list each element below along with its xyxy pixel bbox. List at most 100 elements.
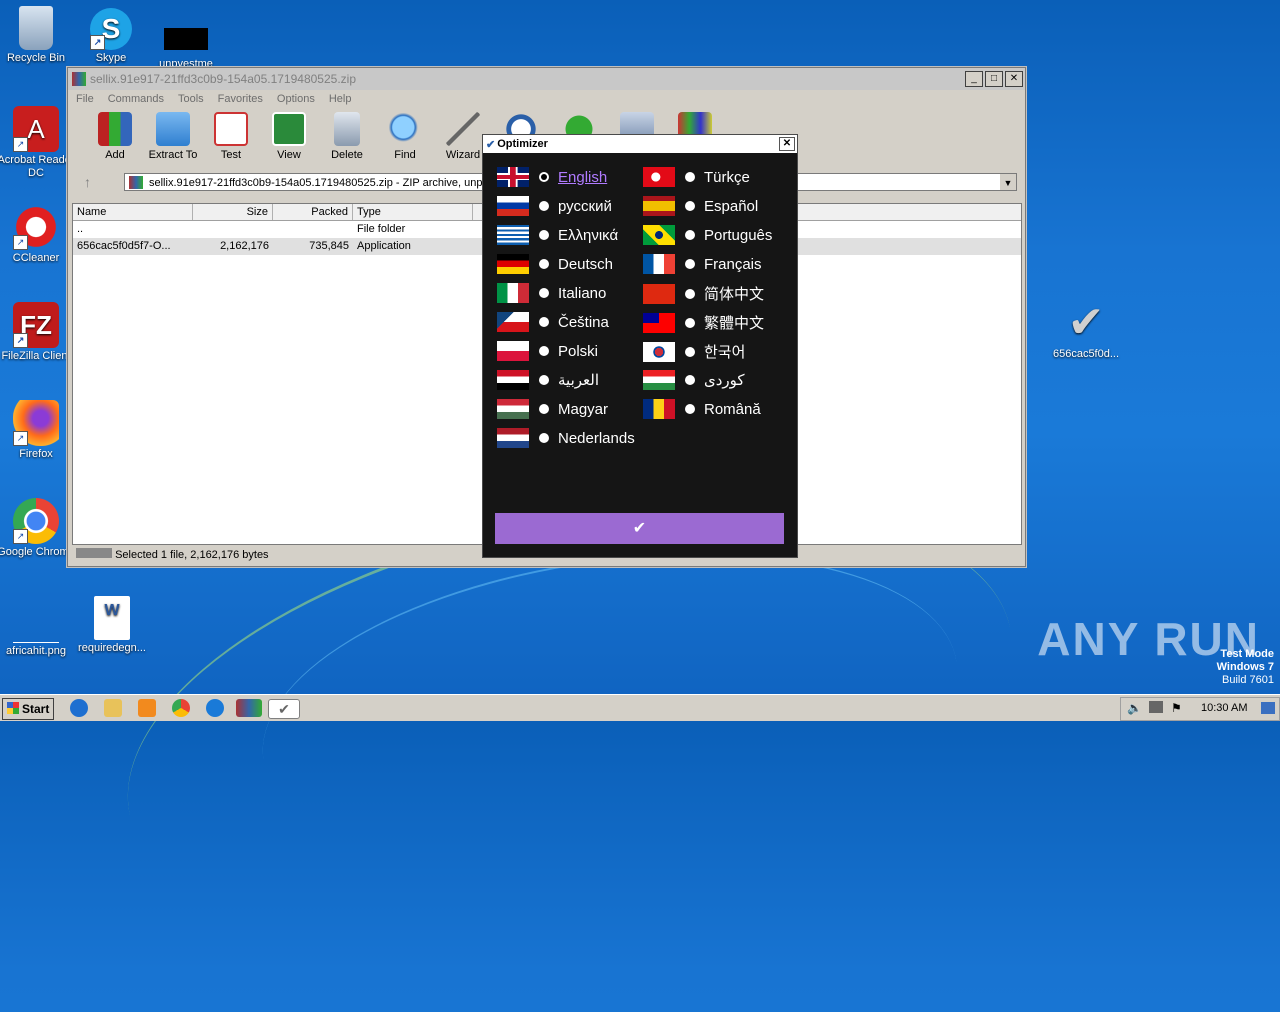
language-option[interactable]: كوردى <box>643 370 745 390</box>
language-radio[interactable] <box>539 201 549 211</box>
language-radio[interactable] <box>539 404 549 414</box>
menu-favorites[interactable]: Favorites <box>218 93 263 105</box>
view-label: View <box>277 149 301 161</box>
language-option[interactable]: русский <box>497 196 612 216</box>
column-name[interactable]: Name <box>73 204 193 220</box>
language-radio[interactable] <box>685 288 695 299</box>
acrobat-shortcut[interactable]: A ↗ Acrobat Reader DC <box>0 106 76 180</box>
path-text: sellix.91e917-21ffd3c0b9-154a05.17194805… <box>149 177 489 189</box>
language-radio[interactable] <box>539 230 549 240</box>
language-radio[interactable] <box>685 259 695 269</box>
checkmark-icon[interactable]: ✔ <box>268 699 300 719</box>
language-label: English <box>558 168 608 186</box>
chrome-shortcut[interactable]: ↗ Google Chrome <box>0 498 76 559</box>
delete-button[interactable]: Delete <box>318 108 376 170</box>
find-label: Find <box>394 149 416 161</box>
requiredegn-file[interactable]: W requiredegn... <box>72 596 152 655</box>
language-option[interactable]: Română <box>643 399 761 419</box>
ccleaner-label: CCleaner <box>12 252 60 264</box>
language-radio[interactable] <box>539 433 549 443</box>
language-radio[interactable] <box>539 172 549 182</box>
edge-icon[interactable] <box>206 699 224 717</box>
language-label: Polski <box>558 342 599 360</box>
language-option[interactable]: Italiano <box>497 283 606 303</box>
close-button[interactable]: ✕ <box>779 137 795 151</box>
language-radio[interactable] <box>685 172 695 182</box>
winrar-taskbar-icon[interactable] <box>236 699 262 717</box>
language-radio[interactable] <box>539 259 549 269</box>
flag-icon[interactable]: ⚑ <box>1171 701 1182 715</box>
firefox-shortcut[interactable]: ↗ Firefox <box>0 400 76 461</box>
language-option[interactable]: Čeština <box>497 312 609 332</box>
find-button[interactable]: Find <box>376 108 434 170</box>
column-size[interactable]: Size <box>193 204 273 220</box>
start-button[interactable]: Start <box>2 698 54 720</box>
language-radio[interactable] <box>539 288 549 298</box>
clock[interactable]: 10:30 AM <box>1201 702 1247 714</box>
add-label: Add <box>105 149 125 161</box>
language-option[interactable]: العربية <box>497 370 599 390</box>
language-option[interactable]: Français <box>643 254 762 274</box>
language-radio[interactable] <box>685 317 695 328</box>
language-radio[interactable] <box>685 346 695 357</box>
recycle-bin-shortcut[interactable]: Recycle Bin <box>0 6 76 65</box>
language-option[interactable]: English <box>497 167 607 187</box>
language-option[interactable]: Deutsch <box>497 254 613 274</box>
language-radio[interactable] <box>685 201 695 211</box>
magic-wand-icon <box>446 112 480 146</box>
menu-commands[interactable]: Commands <box>108 93 164 105</box>
language-radio[interactable] <box>685 230 695 240</box>
language-radio[interactable] <box>539 317 549 327</box>
language-option[interactable]: Polski <box>497 341 598 361</box>
volume-icon[interactable]: 🔈 <box>1127 701 1142 715</box>
close-button[interactable]: ✕ <box>1005 71 1023 87</box>
language-option[interactable]: Ελληνικά <box>497 225 618 245</box>
chevron-down-icon[interactable]: ▼ <box>1000 174 1016 190</box>
656cac-file[interactable]: ✔ 656cac5f0d... <box>1046 300 1126 361</box>
africahit-file[interactable]: africahit.png <box>0 596 76 658</box>
filezilla-shortcut[interactable]: FZ ↗ FileZilla Client <box>0 302 76 363</box>
language-option[interactable]: Türkçe <box>643 167 750 187</box>
language-radio[interactable] <box>685 375 695 385</box>
acrobat-label: Acrobat Reader DC <box>0 154 75 179</box>
language-option[interactable]: Português <box>643 225 772 245</box>
skype-shortcut[interactable]: S ↗ Skype <box>71 8 151 65</box>
language-radio[interactable] <box>539 375 549 385</box>
ccleaner-shortcut[interactable]: ↗ CCleaner <box>0 204 76 265</box>
up-arrow-icon[interactable]: ↑ <box>84 174 91 190</box>
media-player-icon[interactable] <box>138 699 156 717</box>
maximize-button[interactable]: □ <box>985 71 1003 87</box>
confirm-button[interactable]: ✔ <box>495 513 784 544</box>
chrome-label: Google Chrome <box>0 546 75 558</box>
add-button[interactable]: Add <box>86 108 144 170</box>
language-label: Español <box>704 197 759 215</box>
network-icon[interactable] <box>1149 701 1163 713</box>
menu-options[interactable]: Options <box>277 93 315 105</box>
language-option[interactable]: 한국어 <box>643 341 745 362</box>
language-option[interactable]: 简体中文 <box>643 283 764 304</box>
optimizer-titlebar[interactable]: ✔ Optimizer ✕ <box>483 135 797 153</box>
menu-file[interactable]: File <box>76 93 94 105</box>
internet-explorer-icon[interactable] <box>70 699 88 717</box>
column-type[interactable]: Type <box>353 204 473 220</box>
minimize-button[interactable]: _ <box>965 71 983 87</box>
explorer-icon[interactable] <box>104 699 122 717</box>
language-radio[interactable] <box>685 404 695 414</box>
menu-help[interactable]: Help <box>329 93 352 105</box>
flag-icon <box>497 370 529 390</box>
language-radio[interactable] <box>539 346 549 356</box>
menu-tools[interactable]: Tools <box>178 93 204 105</box>
unpvestme-shortcut[interactable]: unpvestme <box>146 28 226 71</box>
language-option[interactable]: Magyar <box>497 399 608 419</box>
show-desktop-icon[interactable] <box>1261 702 1275 714</box>
winrar-titlebar[interactable]: sellix.91e917-21ffd3c0b9-154a05.17194805… <box>68 68 1025 90</box>
language-option[interactable]: Español <box>643 196 758 216</box>
column-packed[interactable]: Packed <box>273 204 353 220</box>
language-option[interactable]: 繁體中文 <box>643 312 764 333</box>
chrome-icon[interactable] <box>172 699 190 717</box>
view-button[interactable]: View <box>260 108 318 170</box>
extract-to-button[interactable]: Extract To <box>144 108 202 170</box>
language-option[interactable]: Nederlands <box>497 428 635 448</box>
test-button[interactable]: Test <box>202 108 260 170</box>
filezilla-icon: FZ ↗ <box>13 302 59 348</box>
